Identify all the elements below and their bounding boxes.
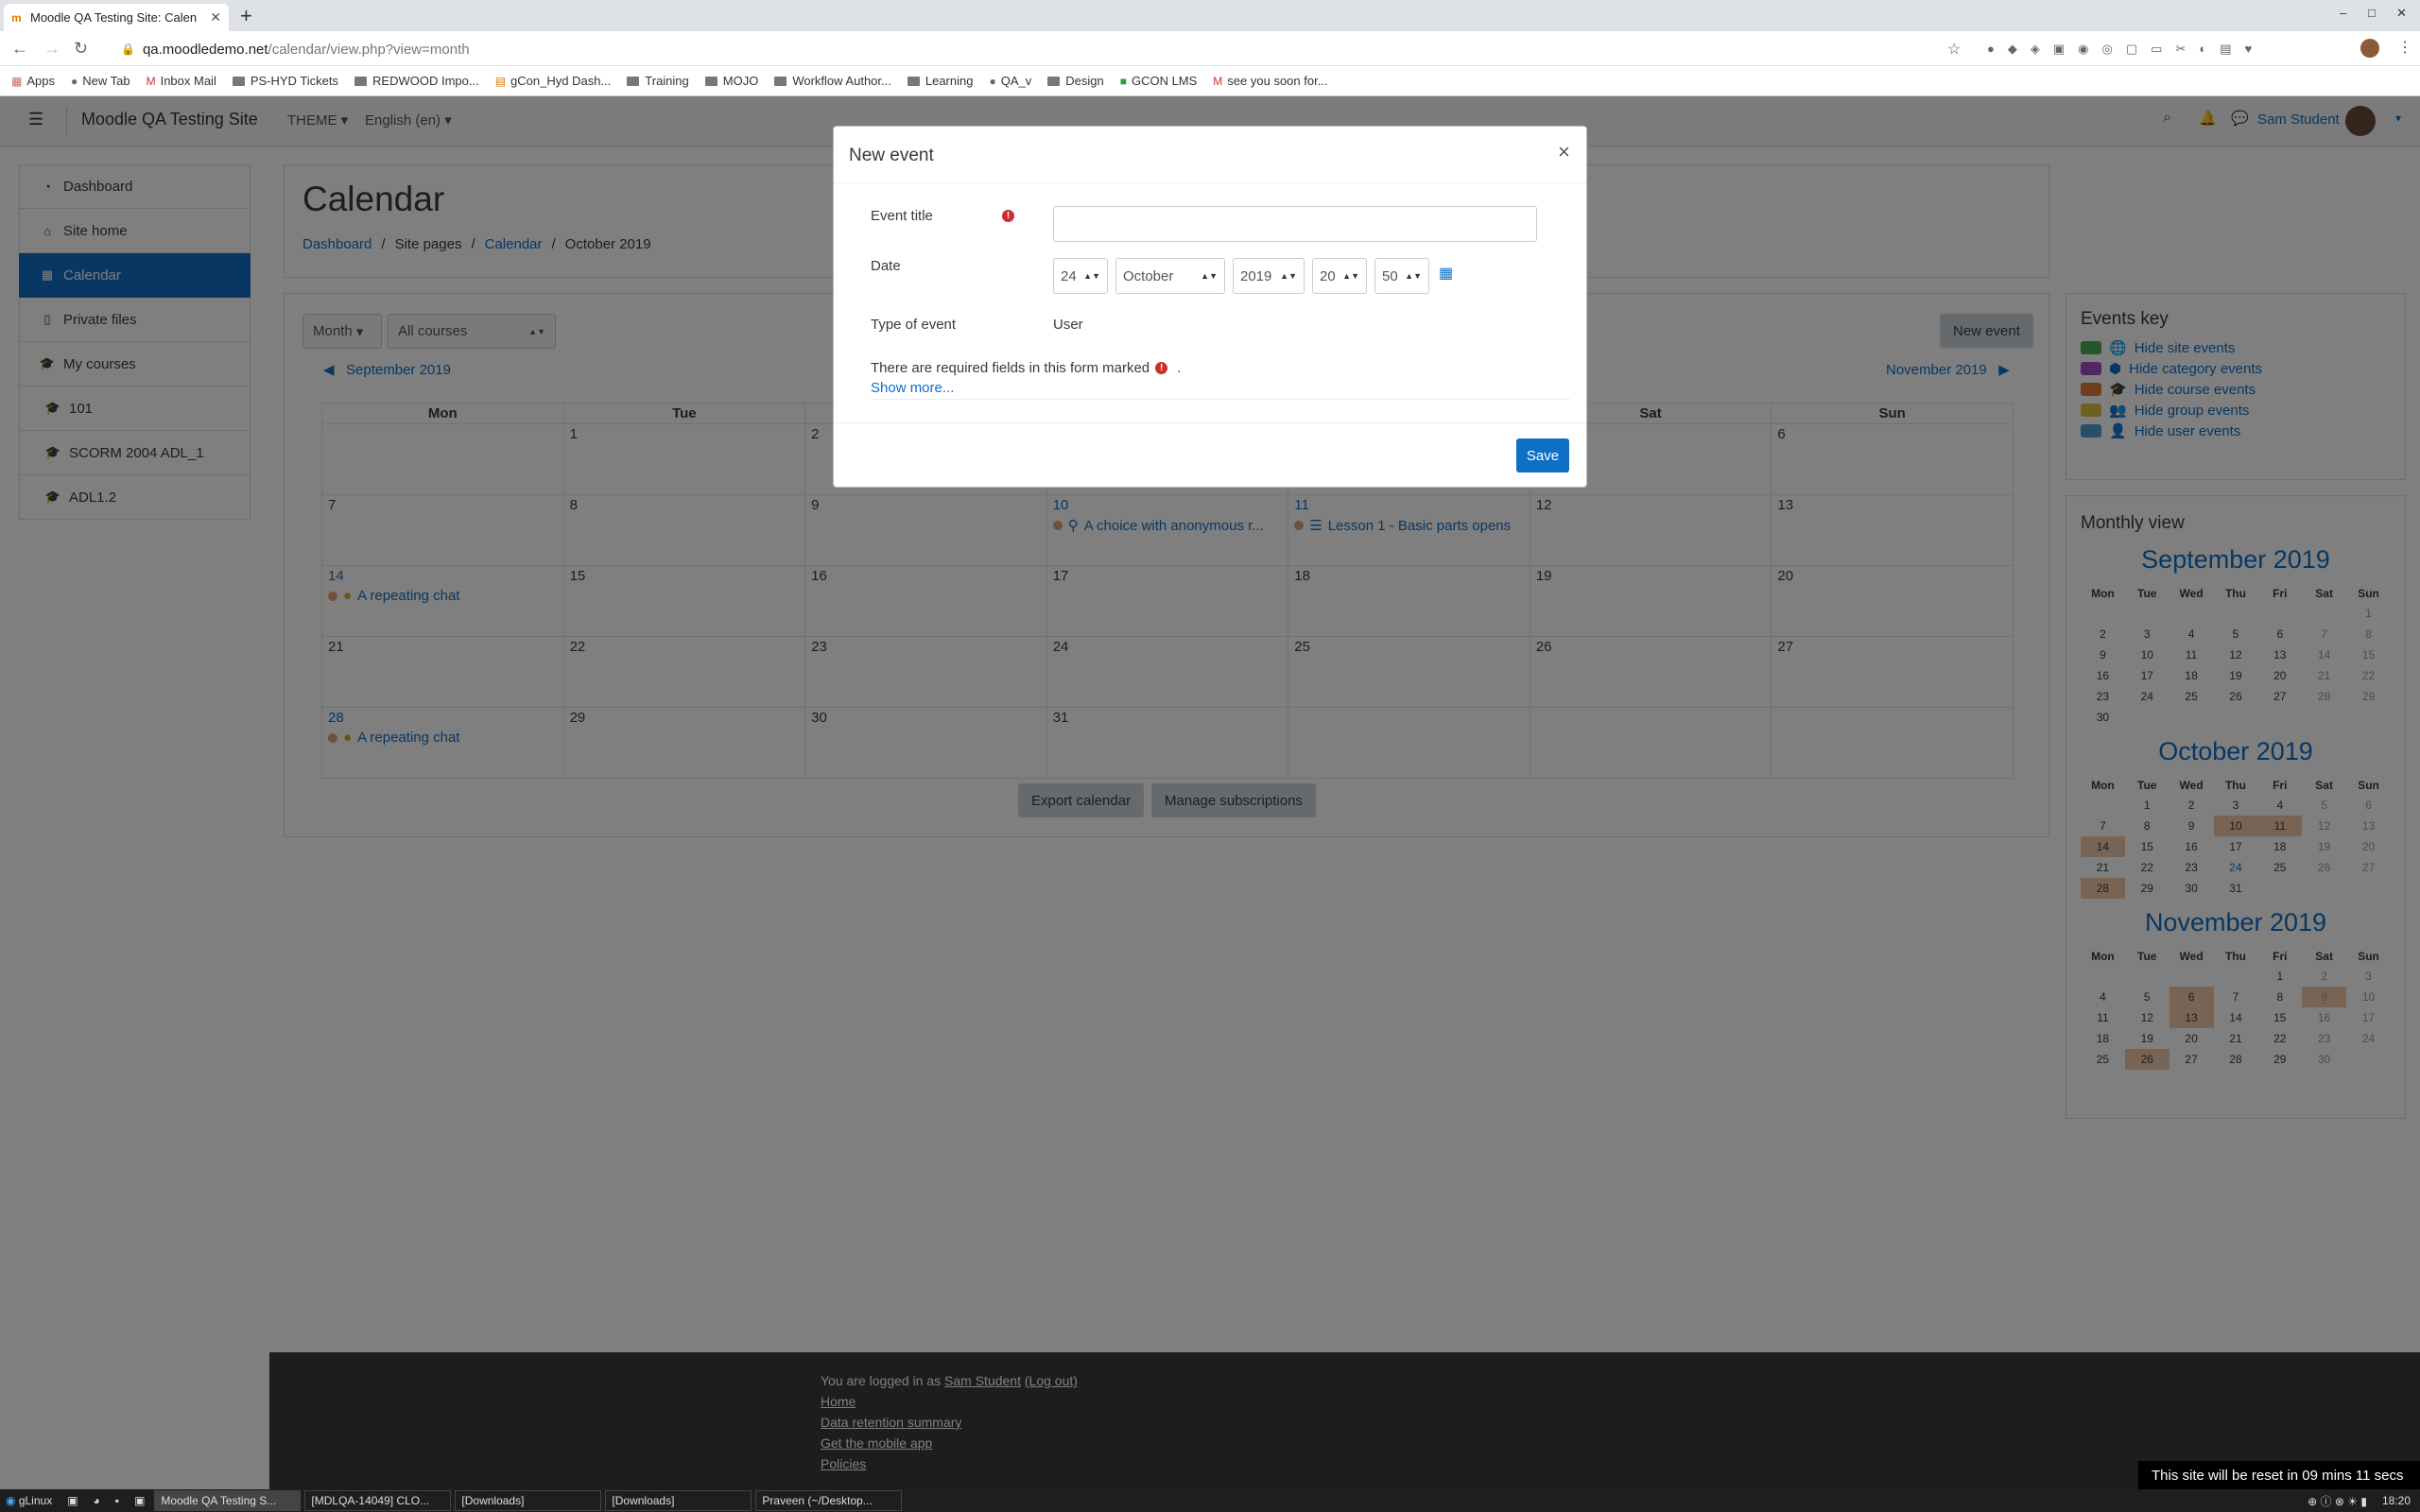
extension-icon: ◉: [2078, 42, 2089, 56]
reload-icon[interactable]: ↻: [74, 39, 88, 59]
required-icon: !: [1155, 362, 1168, 374]
new-tab-icon[interactable]: +: [240, 6, 252, 26]
divider: [871, 399, 1570, 400]
profile-avatar[interactable]: [2360, 39, 2379, 58]
bookmark-folder[interactable]: Design: [1047, 74, 1104, 88]
apps-grid-icon: ▦: [11, 74, 23, 88]
extension-icon: ◎: [2101, 42, 2113, 56]
extension-icon: ▭: [2151, 42, 2163, 56]
bookmark-folder[interactable]: REDWOOD Impo...: [354, 74, 479, 88]
modal-header: [834, 127, 1586, 183]
type-of-event-value: User: [1053, 317, 1083, 333]
bookmark-gcon-lms[interactable]: ■ GCON LMS: [1120, 74, 1198, 88]
moodle-favicon-icon: m: [11, 10, 22, 25]
bookmarks-bar: ▦ Apps ● New Tab M Inbox Mail PS-HYD Ticket…: [0, 66, 2420, 96]
tab-title: Moodle QA Testing Site: Calen: [30, 10, 198, 25]
required-note: There are required fields in this form m…: [871, 360, 1182, 376]
event-title-input[interactable]: [1053, 206, 1537, 242]
clock: 18:20: [2381, 1494, 2411, 1507]
bookmark-inbox[interactable]: M Inbox Mail: [147, 74, 216, 88]
tab-close-icon[interactable]: ✕: [210, 9, 221, 26]
extension-icon: ▣: [2052, 42, 2066, 56]
folder-icon: [232, 76, 245, 86]
file-manager-icon[interactable]: ▣: [61, 1490, 83, 1511]
lock-icon: 🔒: [121, 43, 135, 56]
maximize-icon[interactable]: □: [2368, 6, 2376, 20]
page-icon: ▤: [494, 74, 507, 88]
taskbar-window[interactable]: [Downloads]: [455, 1490, 602, 1511]
minute-select[interactable]: 50 ▲▼: [1374, 258, 1429, 294]
extension-icon: ✂: [2175, 42, 2187, 56]
modal-footer: [834, 422, 1586, 487]
minimize-icon[interactable]: –: [2340, 6, 2346, 20]
gmail-icon: M: [1213, 74, 1223, 88]
bookmark-folder[interactable]: Learning: [907, 74, 973, 88]
type-of-event-label: Type of event: [871, 317, 957, 333]
close-window-icon[interactable]: ✕: [2396, 6, 2407, 21]
event-title-label: Event title: [871, 208, 933, 224]
bookmark-mail[interactable]: Msee you soon for...: [1213, 74, 1327, 88]
back-icon[interactable]: ←: [11, 39, 28, 59]
bookmark-folder[interactable]: PS-HYD Tickets: [232, 74, 338, 88]
year-select[interactable]: 2019 ▲▼: [1233, 258, 1305, 294]
bookmark-folder[interactable]: MOJO: [704, 74, 758, 88]
bookmark-folder[interactable]: Workflow Author...: [774, 74, 891, 88]
close-icon[interactable]: ×: [1558, 140, 1570, 164]
folder-icon: [704, 76, 717, 86]
taskbar-window[interactable]: Praveen (~/Desktop...: [755, 1490, 903, 1511]
tray-icons[interactable]: ⊕ ⓘ ⊗ ☀ ▮: [2302, 1490, 2373, 1511]
taskbar-window[interactable]: Moodle QA Testing S...: [154, 1490, 302, 1511]
browser-tabbar: [0, 0, 2420, 31]
bookmark-star-icon[interactable]: ☆: [1947, 40, 1961, 59]
forward-icon[interactable]: →: [43, 39, 60, 59]
taskbar-window[interactable]: [Downloads]: [605, 1490, 752, 1511]
extension-icon: ♥: [2244, 42, 2253, 56]
os-taskbar: ◉ gLinux ▣ ◕ ▪ ▣ Moodle QA Testing S... …: [0, 1489, 2420, 1512]
month-select[interactable]: October ▲▼: [1115, 258, 1225, 294]
new-event-modal: New event × Event title ! Date 24 ▲▼ Octo…: [833, 126, 1587, 488]
url-path: /calendar/view.php?view=month: [268, 41, 470, 58]
globe-icon: ●: [989, 74, 996, 88]
required-icon: !: [1002, 210, 1014, 222]
bookmark-gcon[interactable]: ▤ gCon_Hyd Dash...: [495, 74, 612, 88]
modal-title: New event: [849, 146, 934, 165]
extension-icon: ▤: [2220, 42, 2232, 56]
calendar-picker-icon[interactable]: ▦: [1439, 264, 1453, 283]
url-domain: qa.moodledemo.net: [142, 41, 268, 58]
terminal-icon[interactable]: ▪: [110, 1490, 125, 1511]
hour-select[interactable]: 20 ▲▼: [1312, 258, 1367, 294]
bookmark-apps[interactable]: ▦ Apps: [11, 74, 55, 88]
extension-icon: ◐: [2199, 42, 2207, 56]
bookmark-qa[interactable]: ● QA_v: [989, 74, 1031, 88]
globe-icon: ●: [70, 74, 78, 88]
square-icon: ■: [1119, 74, 1127, 88]
save-button[interactable]: Save: [1516, 438, 1569, 472]
menu-kebab-icon[interactable]: ⋮: [2397, 38, 2412, 57]
extension-icons[interactable]: ● ◆ ◈ ▣ ◉ ◎ ▢ ▭ ✂ ◐ ▤ ♥: [1987, 42, 2252, 57]
date-label: Date: [871, 258, 901, 274]
extension-icon: ●: [1987, 42, 1995, 56]
folder-icon: [627, 76, 640, 86]
taskbar-window[interactable]: [MDLQA-14049] CLO...: [304, 1490, 452, 1511]
chrome-icon[interactable]: ◕: [88, 1490, 106, 1511]
bookmark-new-tab[interactable]: ● New Tab: [71, 74, 130, 88]
extension-icon: ◈: [2030, 42, 2040, 56]
glinux-icon: ◉: [6, 1494, 16, 1507]
url-field[interactable]: 🔒 qa.moodledemo.net/calendar/view.php?vi…: [110, 37, 1949, 61]
bookmark-folder[interactable]: Training: [627, 74, 689, 88]
folder-icon: [354, 76, 368, 86]
extension-icon: ▢: [2125, 42, 2138, 56]
show-more-link[interactable]: Show more...: [871, 380, 954, 396]
day-select[interactable]: 24 ▲▼: [1053, 258, 1108, 294]
folder-icon: [774, 76, 787, 86]
reset-notice: This site will be reset in 09 mins 11 se…: [2138, 1461, 2420, 1489]
extension-icon: ◆: [2007, 42, 2017, 56]
folder-icon: [1047, 76, 1061, 86]
folder-icon[interactable]: ▣: [129, 1490, 150, 1511]
start-menu[interactable]: ◉ gLinux: [0, 1490, 58, 1511]
gmail-icon: M: [146, 74, 156, 88]
browser-tab[interactable]: m Moodle QA Testing Site: Calen ✕: [4, 4, 229, 31]
folder-icon: [907, 76, 920, 86]
